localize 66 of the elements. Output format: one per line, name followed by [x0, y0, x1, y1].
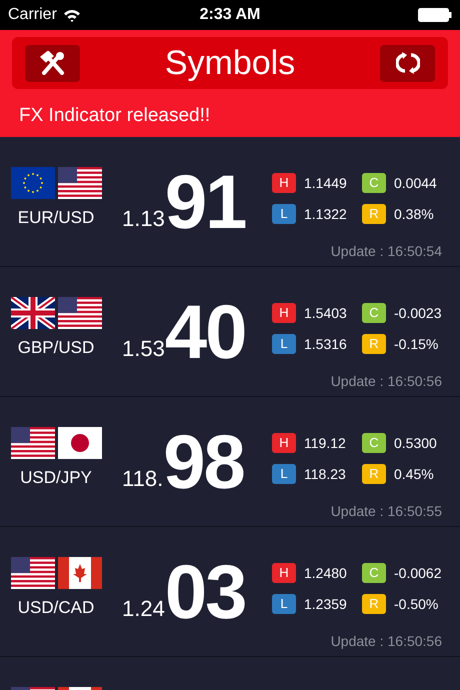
tools-icon: [40, 51, 66, 75]
indicator-value: 0.45%: [394, 464, 434, 484]
uk-flag-icon: [10, 296, 54, 328]
update-time: Update : 16:50:55: [330, 502, 442, 521]
indicator-badge: C: [362, 433, 386, 453]
indicator-value: 0.5300: [394, 434, 437, 452]
announcement-text: FX Indicator released!!: [19, 105, 210, 126]
indicator-badge: L: [272, 204, 296, 224]
price-prefix: 118.: [122, 468, 164, 490]
indicator-badge: R: [362, 464, 386, 484]
price-prefix: 1.24: [122, 598, 165, 620]
eu-flag-icon: [10, 166, 54, 198]
price-main: 03: [164, 562, 246, 624]
indicator-value: 0.38%: [394, 204, 434, 224]
indicator-badge: L: [272, 594, 296, 614]
indicator-value: 1.2480: [304, 564, 347, 582]
update-time: Update : 16:50:56: [330, 372, 442, 391]
refresh-icon: [396, 51, 420, 75]
indicator-badge: H: [272, 563, 296, 583]
currency-pair: GBP/USD: [18, 336, 94, 358]
us-flag-icon: [58, 296, 102, 328]
indicator-value: 118.23: [304, 464, 346, 484]
indicator-badge: R: [362, 594, 386, 614]
indicator-badge: R: [362, 334, 386, 354]
indicator-badge: L: [272, 334, 296, 354]
indicator-value: -0.15%: [394, 334, 438, 354]
indicator-value: -0.0062: [394, 564, 442, 582]
currency-pair: EUR/USD: [18, 206, 94, 228]
canada-flag-icon: [58, 556, 102, 588]
indicator-badge: C: [362, 173, 386, 193]
indicator-value: 1.2359: [304, 594, 347, 614]
price-main: 98: [163, 432, 244, 494]
indicator-badge: C: [362, 563, 386, 583]
indicator-badge: H: [272, 173, 296, 193]
indicator-badge: L: [272, 464, 296, 484]
carrier-label: Carrier: [8, 5, 57, 25]
currency-pair: USD/CAD: [18, 596, 94, 618]
indicator-badge: H: [272, 303, 296, 323]
indicator-badge: C: [362, 303, 386, 323]
settings-button[interactable]: [25, 44, 80, 82]
price-main: 91: [164, 172, 246, 234]
indicator-value: 1.5316: [304, 334, 347, 354]
indicator-value: 0.0044: [394, 174, 437, 192]
currency-pair: USD/JPY: [20, 466, 92, 488]
indicator-value: 1.1322: [304, 204, 347, 224]
us-flag-icon: [10, 426, 54, 458]
update-time: Update : 16:50:54: [330, 242, 442, 261]
indicator-badge: R: [362, 204, 386, 224]
price-prefix: 1.53: [122, 338, 165, 360]
indicator-value: 1.1449: [304, 174, 347, 192]
update-time: Update : 16:50:56: [330, 632, 442, 651]
us-flag-icon: [58, 166, 102, 198]
price-prefix: 1.13: [122, 208, 165, 230]
indicator-value: -0.0023: [394, 304, 442, 322]
indicator-value: 1.5403: [304, 304, 347, 322]
screen-title: Symbols: [164, 42, 296, 84]
indicator-value: -0.50%: [394, 594, 438, 614]
clock-time: 2:33 AM: [200, 5, 260, 25]
indicator-value: 119.12: [304, 434, 346, 452]
refresh-button[interactable]: [380, 44, 435, 82]
japan-flag-icon: [58, 426, 102, 458]
battery-icon: [418, 8, 452, 22]
price-main: 40: [164, 302, 246, 364]
us-flag-icon: [10, 556, 54, 588]
wifi-icon: [62, 8, 81, 22]
indicator-badge: H: [272, 433, 296, 453]
